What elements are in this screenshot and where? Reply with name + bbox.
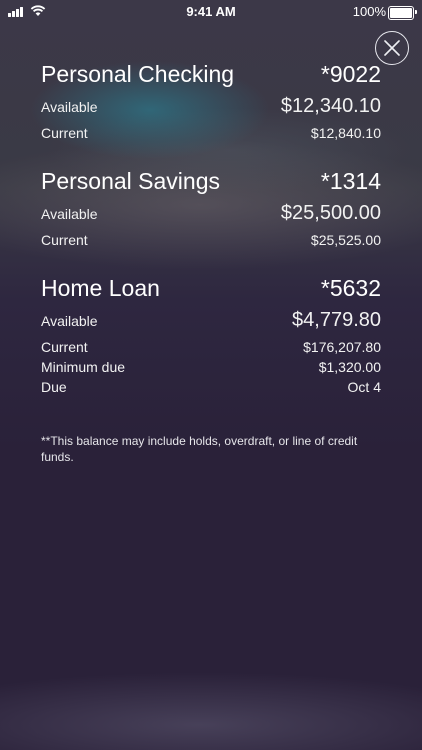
account-name: Personal Checking: [41, 61, 235, 87]
balance-value: $12,840.10: [310, 125, 381, 141]
balance-label: Minimum due: [41, 359, 126, 375]
balance-row-available: Available $4,779.80: [41, 309, 381, 339]
account-number: *1314: [320, 168, 381, 194]
balance-label: Current: [41, 232, 88, 248]
account-number: *5632: [320, 275, 381, 301]
status-bar: 9:41 AM 100%: [0, 0, 422, 24]
balance-value: $25,500.00: [280, 202, 381, 224]
balance-label: Current: [41, 125, 88, 141]
balance-value: $4,779.80: [292, 309, 381, 331]
balance-value: $25,525.00: [310, 232, 381, 248]
close-icon: [384, 40, 400, 56]
account-name: Personal Savings: [41, 168, 220, 194]
account-number: *9022: [320, 61, 381, 87]
balance-label: Available: [41, 99, 98, 115]
balance-row-available: Available $12,340.10: [41, 95, 381, 125]
balance-value: Oct 4: [347, 379, 381, 395]
battery-icon: [388, 6, 417, 20]
balance-label: Available: [41, 313, 98, 329]
balance-value: $12,340.10: [280, 95, 381, 117]
account-personal-savings: Personal Savings *1314 Available $25,500…: [41, 168, 381, 252]
balance-label: Current: [41, 339, 88, 355]
balance-row-current: Current $12,840.10: [41, 125, 381, 145]
balance-row-available: Available $25,500.00: [41, 202, 381, 232]
balance-row-current: Current $176,207.80: [41, 339, 381, 359]
balance-footnote: **This balance may include holds, overdr…: [41, 434, 358, 464]
balance-value: $176,207.80: [303, 339, 381, 355]
balance-row-minimum-due: Minimum due $1,320.00: [41, 359, 381, 379]
close-button[interactable]: [375, 31, 409, 65]
balance-label: Available: [41, 206, 98, 222]
account-personal-checking: Personal Checking *9022 Available $12,34…: [41, 61, 381, 145]
account-name: Home Loan: [41, 275, 160, 301]
battery-percentage: 100%: [352, 4, 386, 19]
balance-row-current: Current $25,525.00: [41, 232, 381, 252]
balance-label: Due: [41, 379, 67, 395]
balance-value: $1,320.00: [318, 359, 381, 375]
account-home-loan: Home Loan *5632 Available $4,779.80 Curr…: [41, 275, 381, 399]
balance-row-due: Due Oct 4: [41, 379, 381, 399]
